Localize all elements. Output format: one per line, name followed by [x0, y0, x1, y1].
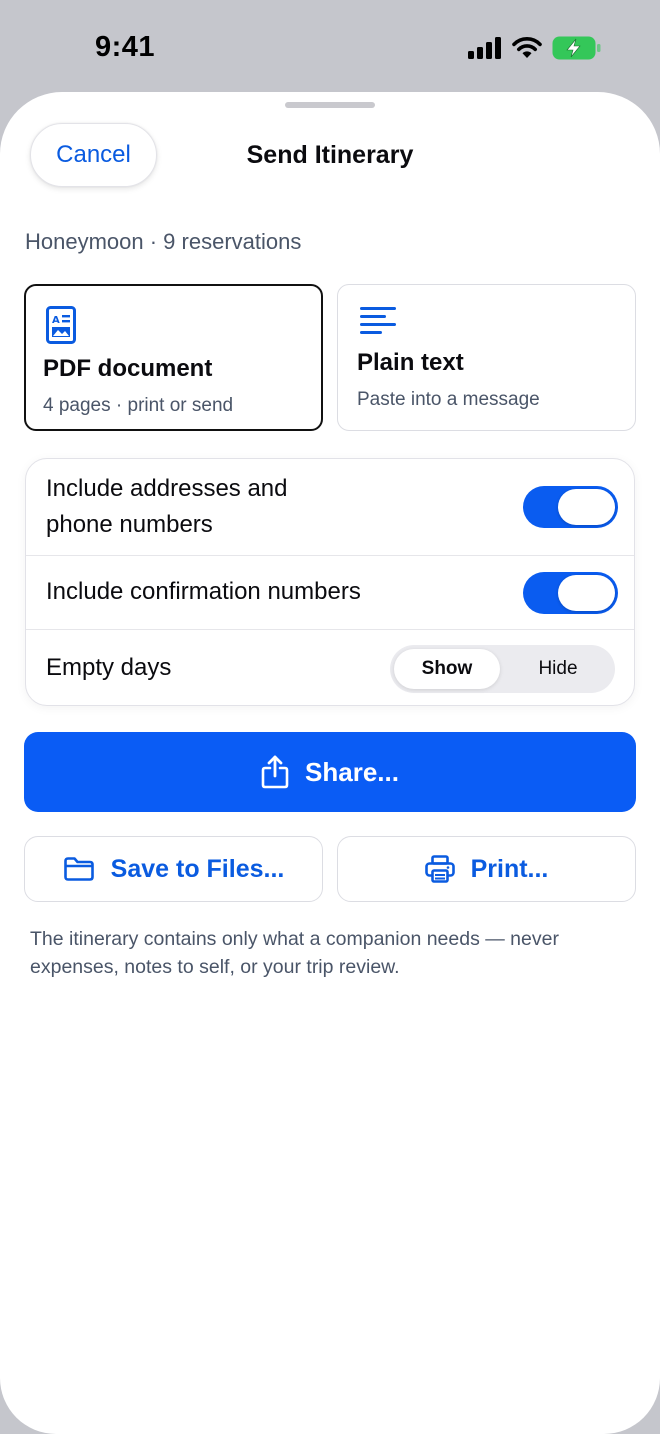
option-row-confirmation: Include confirmation numbers — [26, 556, 634, 630]
option-row-empty-days: Empty days Show Hide — [26, 630, 634, 706]
share-button[interactable]: Share... — [24, 732, 636, 812]
battery-charging-icon — [552, 36, 601, 60]
pdf-document-icon: A — [46, 306, 76, 344]
status-icons — [468, 36, 602, 60]
save-to-files-label: Save to Files... — [110, 854, 285, 883]
option-label-addresses-line1: Include addresses and — [46, 475, 288, 502]
segment-hide[interactable]: Hide — [505, 649, 611, 689]
wifi-icon — [512, 37, 542, 58]
segment-show[interactable]: Show — [394, 649, 500, 689]
toggle-knob — [558, 575, 615, 611]
folder-icon — [63, 857, 94, 881]
cellular-signal-icon — [468, 37, 501, 59]
toggle-knob — [558, 489, 615, 525]
option-label-addresses-line2: phone numbers — [46, 511, 213, 538]
print-button[interactable]: Print... — [337, 836, 636, 902]
addresses-toggle[interactable] — [523, 486, 618, 528]
trip-subtitle: Honeymoon · 9 reservations — [25, 229, 302, 254]
format-desc-plain-text: Paste into a message — [357, 389, 540, 410]
privacy-footnote: The itinerary contains only what a compa… — [30, 928, 559, 978]
share-icon — [261, 755, 289, 789]
text-lines-icon — [360, 307, 396, 334]
sheet-grabber[interactable] — [285, 102, 375, 108]
option-row-addresses: Include addresses and phone numbers — [26, 459, 634, 556]
sheet-title: Send Itinerary — [246, 141, 414, 169]
format-title-plain-text: Plain text — [357, 349, 464, 376]
printer-icon — [424, 855, 455, 883]
format-card-plain-text[interactable]: Plain text Paste into a message — [337, 284, 636, 431]
option-label-empty-days: Empty days — [46, 654, 172, 681]
share-button-label: Share... — [305, 756, 399, 787]
save-to-files-button[interactable]: Save to Files... — [24, 836, 323, 902]
send-itinerary-sheet: Cancel Send Itinerary Honeymoon · 9 rese… — [0, 92, 660, 1434]
status-time: 9:41 — [95, 31, 156, 63]
print-label: Print... — [470, 854, 549, 883]
confirmation-toggle[interactable] — [523, 572, 618, 614]
status-bar: 9:41 — [0, 0, 660, 92]
option-label-confirmation: Include confirmation numbers — [46, 578, 361, 605]
format-title-pdf: PDF document — [43, 355, 213, 382]
format-desc-pdf: 4 pages · print or send — [43, 395, 234, 416]
empty-days-segmented-control: Show Hide — [390, 645, 615, 693]
svg-text:A: A — [52, 315, 60, 326]
options-group: Include addresses and phone numbers Incl… — [25, 458, 635, 706]
format-card-pdf[interactable]: A PDF document 4 pages · print or send — [24, 284, 323, 431]
option-label-addresses: Include addresses and phone numbers — [46, 471, 288, 543]
